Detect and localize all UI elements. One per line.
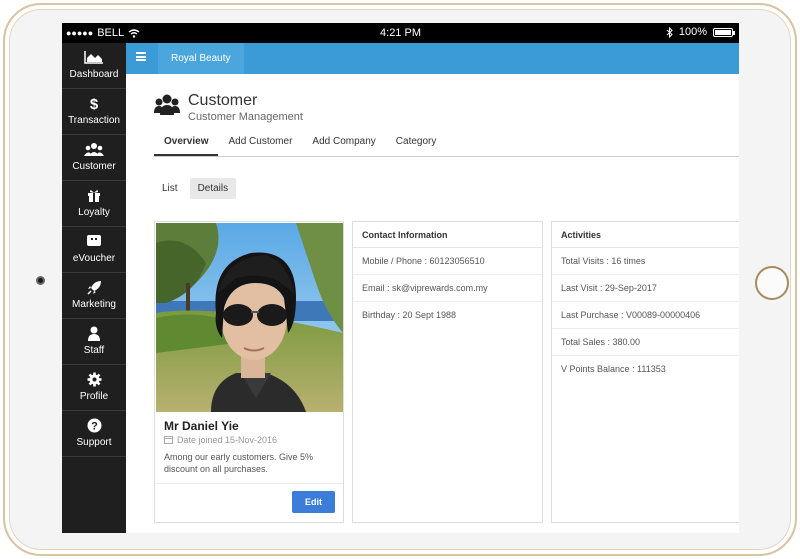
- question-icon: ?: [62, 418, 126, 435]
- tab-bar: Overview Add Customer Add Company Catego…: [154, 130, 739, 157]
- users-icon: [154, 94, 180, 115]
- sidebar-item-transaction[interactable]: $ Transaction: [62, 89, 126, 135]
- dollar-icon: $: [89, 96, 99, 113]
- profile-card: Mr Daniel Yie Date joined 15-Nov-2016 Am…: [154, 221, 344, 523]
- status-bar: ●●●●● BELL 4:21 PM 100%: [62, 23, 739, 43]
- date-joined: Date joined 15-Nov-2016: [177, 435, 278, 445]
- subtab-details[interactable]: Details: [189, 178, 237, 199]
- menu-icon[interactable]: [136, 52, 146, 61]
- sidebar-item-dashboard[interactable]: Dashboard: [62, 43, 126, 89]
- activity-row-last-purchase: Last Purchase : V00089-00000406: [552, 302, 739, 329]
- sidebar-item-marketing[interactable]: Marketing: [62, 273, 126, 319]
- customer-photo: [156, 223, 343, 412]
- bluetooth-icon: [666, 26, 673, 38]
- screen: ●●●●● BELL 4:21 PM 100% Dashboard $ Tran…: [62, 23, 739, 533]
- activity-row-visits: Total Visits : 16 times: [552, 248, 739, 275]
- activity-row-last-visit: Last Visit : 29-Sep-2017: [552, 275, 739, 302]
- page-subtitle: Customer Management: [188, 111, 303, 123]
- svg-text:?: ?: [91, 421, 98, 433]
- activity-row-total-sales: Total Sales : 380.00: [552, 329, 739, 356]
- date-joined-row: Date joined 15-Nov-2016: [164, 435, 277, 445]
- ticket-icon: [62, 234, 126, 251]
- gift-icon: [62, 188, 126, 205]
- customer-name: Mr Daniel Yie: [164, 419, 239, 433]
- contact-row-phone: Mobile / Phone : 60123056510: [353, 248, 542, 275]
- users-icon: [62, 142, 126, 159]
- sidebar-item-loyalty[interactable]: Loyalty: [62, 181, 126, 227]
- card-divider: [155, 483, 343, 484]
- user-icon: [62, 326, 126, 343]
- contact-row-birthday: Birthday : 20 Sept 1988: [362, 310, 457, 320]
- calendar-icon: [164, 436, 173, 444]
- brand-label[interactable]: Royal Beauty: [158, 43, 245, 74]
- tab-add-company[interactable]: Add Company: [302, 130, 385, 156]
- page-title: Customer: [188, 92, 258, 109]
- main-content: Customer Customer Management Overview Ad…: [126, 74, 739, 533]
- gear-icon: [62, 372, 126, 389]
- contact-card: Contact Information Mobile / Phone : 601…: [352, 221, 543, 523]
- subtab-list[interactable]: List: [154, 178, 186, 199]
- sidebar-item-evoucher[interactable]: eVoucher: [62, 227, 126, 273]
- home-button[interactable]: [755, 266, 789, 300]
- top-bar: Royal Beauty: [126, 43, 739, 74]
- sidebar-item-staff[interactable]: Staff: [62, 319, 126, 365]
- chart-area-icon: [62, 50, 126, 67]
- subtab-bar: List Details: [154, 178, 237, 199]
- sidebar: Dashboard $ Transaction Customer Loyalty…: [62, 43, 126, 533]
- battery-icon: [713, 27, 735, 37]
- rocket-icon: [62, 280, 126, 297]
- activities-header: Activities: [552, 222, 739, 248]
- tab-category[interactable]: Category: [386, 130, 447, 156]
- activities-card: Activities Total Visits : 16 times Last …: [551, 221, 739, 523]
- sidebar-item-customer[interactable]: Customer: [62, 135, 126, 181]
- activity-row-points: V Points Balance : 111353: [561, 364, 666, 374]
- contact-row-email: Email : sk@viprewards.com.my: [353, 275, 542, 302]
- sidebar-item-profile[interactable]: Profile: [62, 365, 126, 411]
- battery-percent: 100%: [678, 26, 707, 38]
- sidebar-item-support[interactable]: ? Support: [62, 411, 126, 457]
- edit-button[interactable]: Edit: [292, 491, 335, 513]
- clock: 4:21 PM: [380, 27, 421, 39]
- customer-note: Among our early customers. Give 5% disco…: [164, 452, 314, 474]
- tab-overview[interactable]: Overview: [154, 130, 219, 156]
- camera-dot: [36, 276, 45, 285]
- contact-header: Contact Information: [353, 222, 542, 248]
- tab-add-customer[interactable]: Add Customer: [218, 130, 302, 156]
